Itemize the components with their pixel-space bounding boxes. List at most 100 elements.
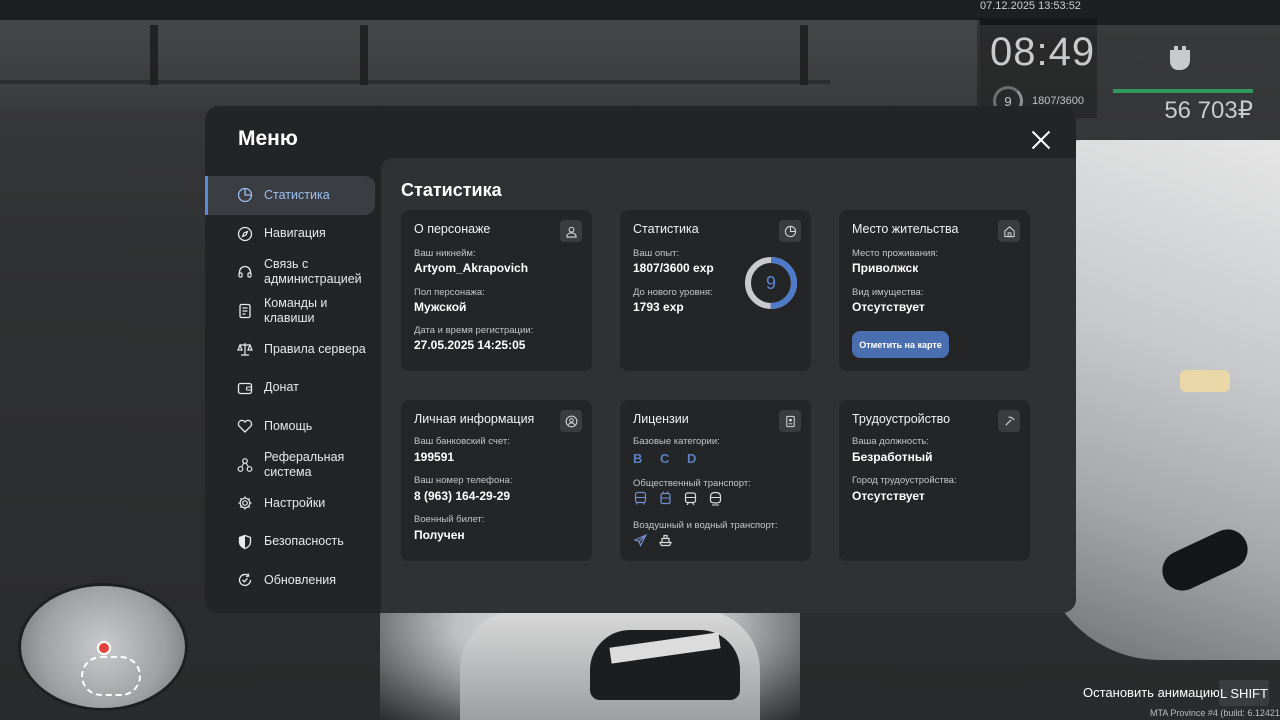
sidebar-item-rules[interactable]: Правила сервера [205, 330, 375, 369]
card-employment: Трудоустройство Ваша должность: Безработ… [839, 400, 1030, 561]
card-title: Статистика [633, 222, 699, 236]
military-id-label: Военный билет: [414, 514, 485, 525]
work-city-value: Отсутствует [852, 489, 925, 503]
trolleybus-icon [660, 491, 671, 505]
handshake-heart-icon [237, 420, 253, 434]
sidebar-item-label: Реферальная система [264, 449, 345, 479]
compass-icon [237, 226, 253, 241]
page-title: Статистика [401, 180, 502, 200]
sidebar-item-referral[interactable]: Реферальная система [205, 446, 375, 485]
basic-categories-value: B C D [633, 451, 704, 466]
health-bar [1113, 89, 1253, 93]
sidebar-item-label: Настройки [264, 495, 326, 510]
close-button[interactable] [1029, 128, 1053, 152]
home-icon [998, 220, 1020, 242]
card-licenses: Лицензии Базовые категории: B C D Общест… [620, 400, 811, 561]
sidebar-item-navigation[interactable]: Навигация [205, 215, 375, 254]
refresh-check-icon [238, 573, 252, 587]
card-title: Место жительства [852, 222, 959, 236]
headset-icon [238, 266, 252, 278]
card-title: О персонаже [414, 222, 491, 236]
exp-label: Ваш опыт: [633, 248, 680, 259]
menu-window: Меню Статистика Навигация Связь с админи… [205, 106, 1076, 613]
pie-chart-icon [237, 188, 253, 203]
fist-icon [1170, 46, 1190, 70]
menu-title: Меню [238, 127, 298, 150]
position-value: Безработный [852, 450, 933, 464]
sidebar-item-help[interactable]: Помощь [205, 407, 375, 446]
property-value: Отсутствует [852, 300, 925, 314]
next-level-value: 1793 exp [633, 300, 684, 314]
mark-on-map-button[interactable]: Отметить на карте [852, 331, 949, 358]
exp-value: 1807/3600 exp [633, 261, 714, 275]
bus-icon [634, 491, 647, 505]
sidebar-item-donate[interactable]: Донат [205, 369, 375, 408]
phone-value: 8 (963) 164-29-29 [414, 489, 511, 503]
card-title: Трудоустройство [852, 412, 951, 426]
phone-label: Ваш номер телефона: [414, 475, 513, 486]
pie-chart-icon [779, 220, 801, 242]
user-circle-icon [560, 410, 582, 432]
sidebar-item-label: Связь с администрацией [264, 257, 362, 287]
nickname-label: Ваш никнейм: [414, 248, 476, 259]
sidebar-item-updates[interactable]: Обновления [205, 561, 375, 600]
residence-value: Приволжск [852, 261, 919, 275]
tram-icon [684, 492, 697, 506]
network-icon [237, 457, 253, 472]
public-transport-icons [633, 491, 723, 506]
sidebar-item-label: Навигация [264, 226, 326, 241]
residence-label: Место проживания: [852, 248, 939, 259]
hud-clock: 08:49 [990, 30, 1096, 74]
sidebar-item-settings[interactable]: Настройки [205, 484, 375, 523]
basic-categories-label: Базовые категории: [633, 436, 720, 447]
pickaxe-icon [998, 410, 1020, 432]
sidebar-item-label: Команды и клавиши [264, 295, 328, 325]
sidebar-item-label: Правила сервера [264, 341, 366, 356]
registration-value: 27.05.2025 14:25:05 [414, 338, 526, 352]
sidebar: Статистика Навигация Связь с администрац… [205, 176, 375, 600]
shield-icon [238, 534, 252, 549]
minimap[interactable] [18, 583, 188, 711]
next-level-label: До нового уровня: [633, 287, 713, 298]
bank-account-label: Ваш банковский счет: [414, 436, 510, 447]
sidebar-item-contact-admin[interactable]: Связь с администрацией [205, 253, 375, 292]
boat-icon [659, 534, 672, 547]
card-title: Личная информация [414, 412, 535, 426]
document-icon [239, 303, 251, 318]
gear-icon [238, 496, 252, 510]
parked-car [1040, 140, 1280, 660]
level-number: 9 [765, 272, 776, 293]
public-transport-label: Общественный транспорт: [633, 478, 751, 489]
wallet-icon [237, 382, 253, 394]
card-statistics: Статистика Ваш опыт: 1807/3600 exp До но… [620, 210, 811, 371]
work-city-label: Город трудоустройства: [852, 475, 957, 486]
card-about-character: О персонаже Ваш никнейм: Artyom_Akrapovi… [401, 210, 592, 371]
scales-icon [237, 343, 253, 356]
nickname-value: Artyom_Akrapovich [414, 261, 529, 275]
airplane-icon [633, 533, 648, 547]
sidebar-item-label: Донат [264, 380, 299, 395]
gender-label: Пол персонажа: [414, 287, 485, 298]
build-info: MTA Province #4 (build: 6.12421.9) [1150, 708, 1280, 718]
sidebar-item-label: Статистика [264, 187, 330, 202]
bank-account-value: 199591 [414, 450, 455, 464]
sidebar-item-statistics[interactable]: Статистика [205, 176, 375, 215]
hud-money: 56 703₽ [1164, 97, 1253, 124]
sidebar-item-commands[interactable]: Команды и клавиши [205, 292, 375, 331]
hud-datetime: 07.12.2025 13:53:52 [980, 0, 1081, 12]
player-marker-icon [97, 641, 111, 655]
card-personal-info: Личная информация Ваш банковский счет: 1… [401, 400, 592, 561]
stop-animation-hint: Остановить анимацию [1083, 685, 1220, 700]
license-card-icon [779, 410, 801, 432]
subway-icon [709, 491, 722, 506]
card-residence: Место жительства Место проживания: Приво… [839, 210, 1030, 371]
user-icon [560, 220, 582, 242]
sidebar-item-security[interactable]: Безопасность [205, 523, 375, 562]
gender-value: Мужской [414, 300, 467, 314]
sidebar-item-label: Безопасность [264, 534, 344, 549]
position-label: Ваша должность: [852, 436, 929, 447]
card-title: Лицензии [633, 412, 689, 426]
air-water-transport-label: Воздушный и водный транспорт: [633, 520, 778, 531]
registration-label: Дата и время регистрации: [414, 325, 534, 336]
shift-key-badge[interactable]: L SHIFT [1219, 680, 1269, 706]
